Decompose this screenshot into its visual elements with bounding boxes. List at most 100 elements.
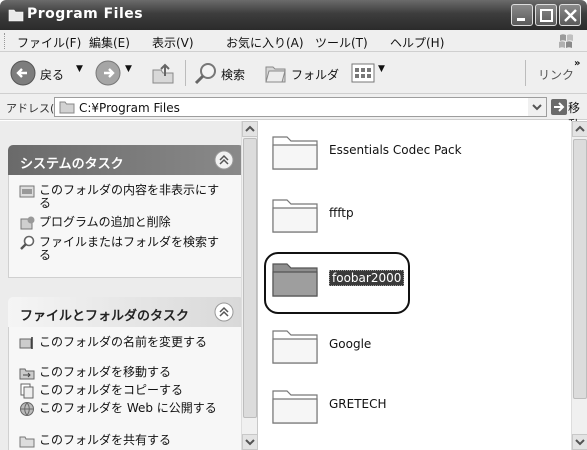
task-label: このフォルダを移動する: [39, 365, 172, 379]
menu-edit[interactable]: 編集(E): [89, 34, 130, 51]
up-folder-icon: [152, 63, 174, 84]
search-icon: [194, 63, 216, 85]
menu-file[interactable]: ファイル(F): [17, 34, 81, 51]
file-tasks-header[interactable]: ファイルとフォルダのタスク: [8, 297, 244, 327]
menu-favorites[interactable]: お気に入り(A): [226, 34, 304, 51]
task-label: ファイルまたはフォルダを検索する: [39, 235, 220, 262]
menu-view[interactable]: 表示(V): [152, 34, 194, 51]
minimize-button[interactable]: [511, 4, 533, 26]
forward-button[interactable]: ▼: [95, 52, 135, 94]
folder-name: GRETECH: [329, 397, 387, 411]
address-dropdown-icon[interactable]: [528, 98, 546, 116]
back-label: 戻る: [40, 68, 65, 82]
task-label: プログラムの追加と削除: [39, 215, 171, 229]
collapse-chevron-icon[interactable]: [214, 150, 234, 170]
close-icon: [564, 9, 577, 22]
toolbar-separator: [185, 60, 186, 86]
folder-icon: [8, 9, 24, 22]
scroll-up-icon: [245, 125, 255, 132]
selection-highlight-ring: [264, 252, 410, 314]
search-label: 検索: [221, 68, 246, 82]
system-tasks-header[interactable]: システムのタスク: [8, 145, 244, 175]
task-label: このフォルダの内容を非表示にする: [39, 183, 220, 210]
back-arrow-icon: [10, 60, 36, 86]
folders-button[interactable]: フォルダ: [264, 52, 344, 94]
task-hide-folder-contents[interactable]: このフォルダの内容を非表示にする: [19, 183, 234, 211]
task-share-folder[interactable]: このフォルダを共有する: [19, 433, 234, 449]
task-move-folder[interactable]: このフォルダを移動する: [19, 365, 234, 381]
file-tasks-body: このフォルダの名前を変更する このフォルダを移動する このフォルダをコピーする …: [8, 327, 244, 450]
task-pane-scrollbar[interactable]: [241, 121, 258, 450]
scroll-thumb[interactable]: [243, 138, 257, 418]
system-tasks-title: システムのタスク: [20, 157, 124, 172]
globe-icon: [20, 402, 34, 416]
toolbar-separator: [525, 60, 526, 86]
system-tasks-body: このフォルダの内容を非表示にする プログラムの追加と削除 ファイルまたはフォルダ…: [8, 175, 244, 278]
views-button[interactable]: ▼: [350, 52, 390, 94]
rename-icon: [19, 337, 33, 349]
folder-item[interactable]: Essentials Codec Pack: [271, 131, 571, 181]
minimize-icon: [517, 18, 525, 21]
folder-item[interactable]: GRETECH: [271, 385, 571, 435]
scroll-up-icon: [575, 125, 585, 132]
task-search-files[interactable]: ファイルまたはフォルダを検索する: [19, 235, 234, 265]
search-icon: [20, 235, 35, 250]
title-bar: Program Files: [0, 0, 587, 30]
window-title: Program Files: [27, 6, 144, 22]
hide-contents-icon: [19, 185, 35, 198]
folder-item[interactable]: ffftp: [271, 194, 571, 244]
back-button[interactable]: 戻る ▼: [10, 52, 90, 94]
move-icon: [19, 368, 35, 380]
folder-icon: [272, 330, 318, 364]
copy-icon: [20, 383, 34, 399]
scroll-down-button[interactable]: [242, 434, 258, 450]
file-tasks-title: ファイルとフォルダのタスク: [20, 309, 190, 324]
links-button[interactable]: リンク: [538, 66, 574, 83]
task-copy-folder[interactable]: このフォルダをコピーする: [19, 383, 234, 399]
task-rename-folder[interactable]: このフォルダの名前を変更する: [19, 335, 234, 363]
task-pane: システムのタスク このフォルダの内容を非表示にする プログラムの追加と削除 ファ…: [0, 121, 258, 450]
views-dropdown-icon: ▼: [378, 64, 385, 74]
toolbar: 戻る ▼ ▼ 検索 フォルダ ▼ リンク »: [0, 52, 587, 94]
scroll-down-icon: [245, 439, 255, 446]
menu-grip: [4, 33, 6, 49]
menu-bar: ファイル(F) 編集(E) 表示(V) お気に入り(A) ツール(T) ヘルプ(…: [0, 30, 587, 52]
scroll-thumb[interactable]: [573, 139, 587, 399]
go-button[interactable]: 移動: [551, 98, 587, 132]
address-path: C:¥Program Files: [79, 101, 180, 115]
task-label: このフォルダをコピーする: [39, 383, 184, 397]
toolbar-overflow-icon[interactable]: »: [574, 58, 580, 69]
close-button[interactable]: [559, 4, 581, 26]
folders-label: フォルダ: [291, 68, 340, 82]
go-arrow-icon: [551, 99, 567, 115]
menu-tools[interactable]: ツール(T): [315, 34, 368, 51]
address-bar: アドレス(D) C:¥Program Files 移動: [0, 94, 587, 132]
scroll-up-button[interactable]: [242, 121, 258, 137]
collapse-chevron-icon[interactable]: [214, 302, 234, 322]
folder-name: ffftp: [329, 206, 354, 220]
file-list-scrollbar[interactable]: [571, 121, 587, 450]
folder-name: Essentials Codec Pack: [329, 143, 462, 157]
task-label: このフォルダの名前を変更する: [39, 335, 208, 349]
task-label: このフォルダを共有する: [39, 433, 172, 447]
windows-logo-icon: [559, 34, 573, 48]
up-folder-button[interactable]: [150, 52, 176, 94]
maximize-icon: [540, 9, 553, 22]
forward-arrow-icon: [95, 60, 121, 86]
scroll-down-button[interactable]: [572, 434, 587, 450]
back-dropdown-icon[interactable]: ▼: [76, 64, 83, 74]
maximize-button[interactable]: [535, 4, 557, 26]
menu-help[interactable]: ヘルプ(H): [390, 34, 444, 51]
search-button[interactable]: 検索: [193, 52, 255, 94]
folder-name: Google: [329, 337, 372, 351]
scroll-down-icon: [575, 439, 585, 446]
task-publish-web[interactable]: このフォルダを Web に公開する: [19, 401, 234, 429]
folder-icon: [272, 390, 318, 424]
task-add-remove-programs[interactable]: プログラムの追加と削除: [19, 215, 234, 231]
folder-icon: [272, 136, 318, 170]
scroll-up-button[interactable]: [572, 121, 587, 137]
address-input[interactable]: C:¥Program Files: [54, 97, 547, 117]
folder-item[interactable]: Google: [271, 325, 571, 375]
folder-icon: [272, 199, 318, 233]
forward-dropdown-icon[interactable]: ▼: [125, 64, 132, 74]
